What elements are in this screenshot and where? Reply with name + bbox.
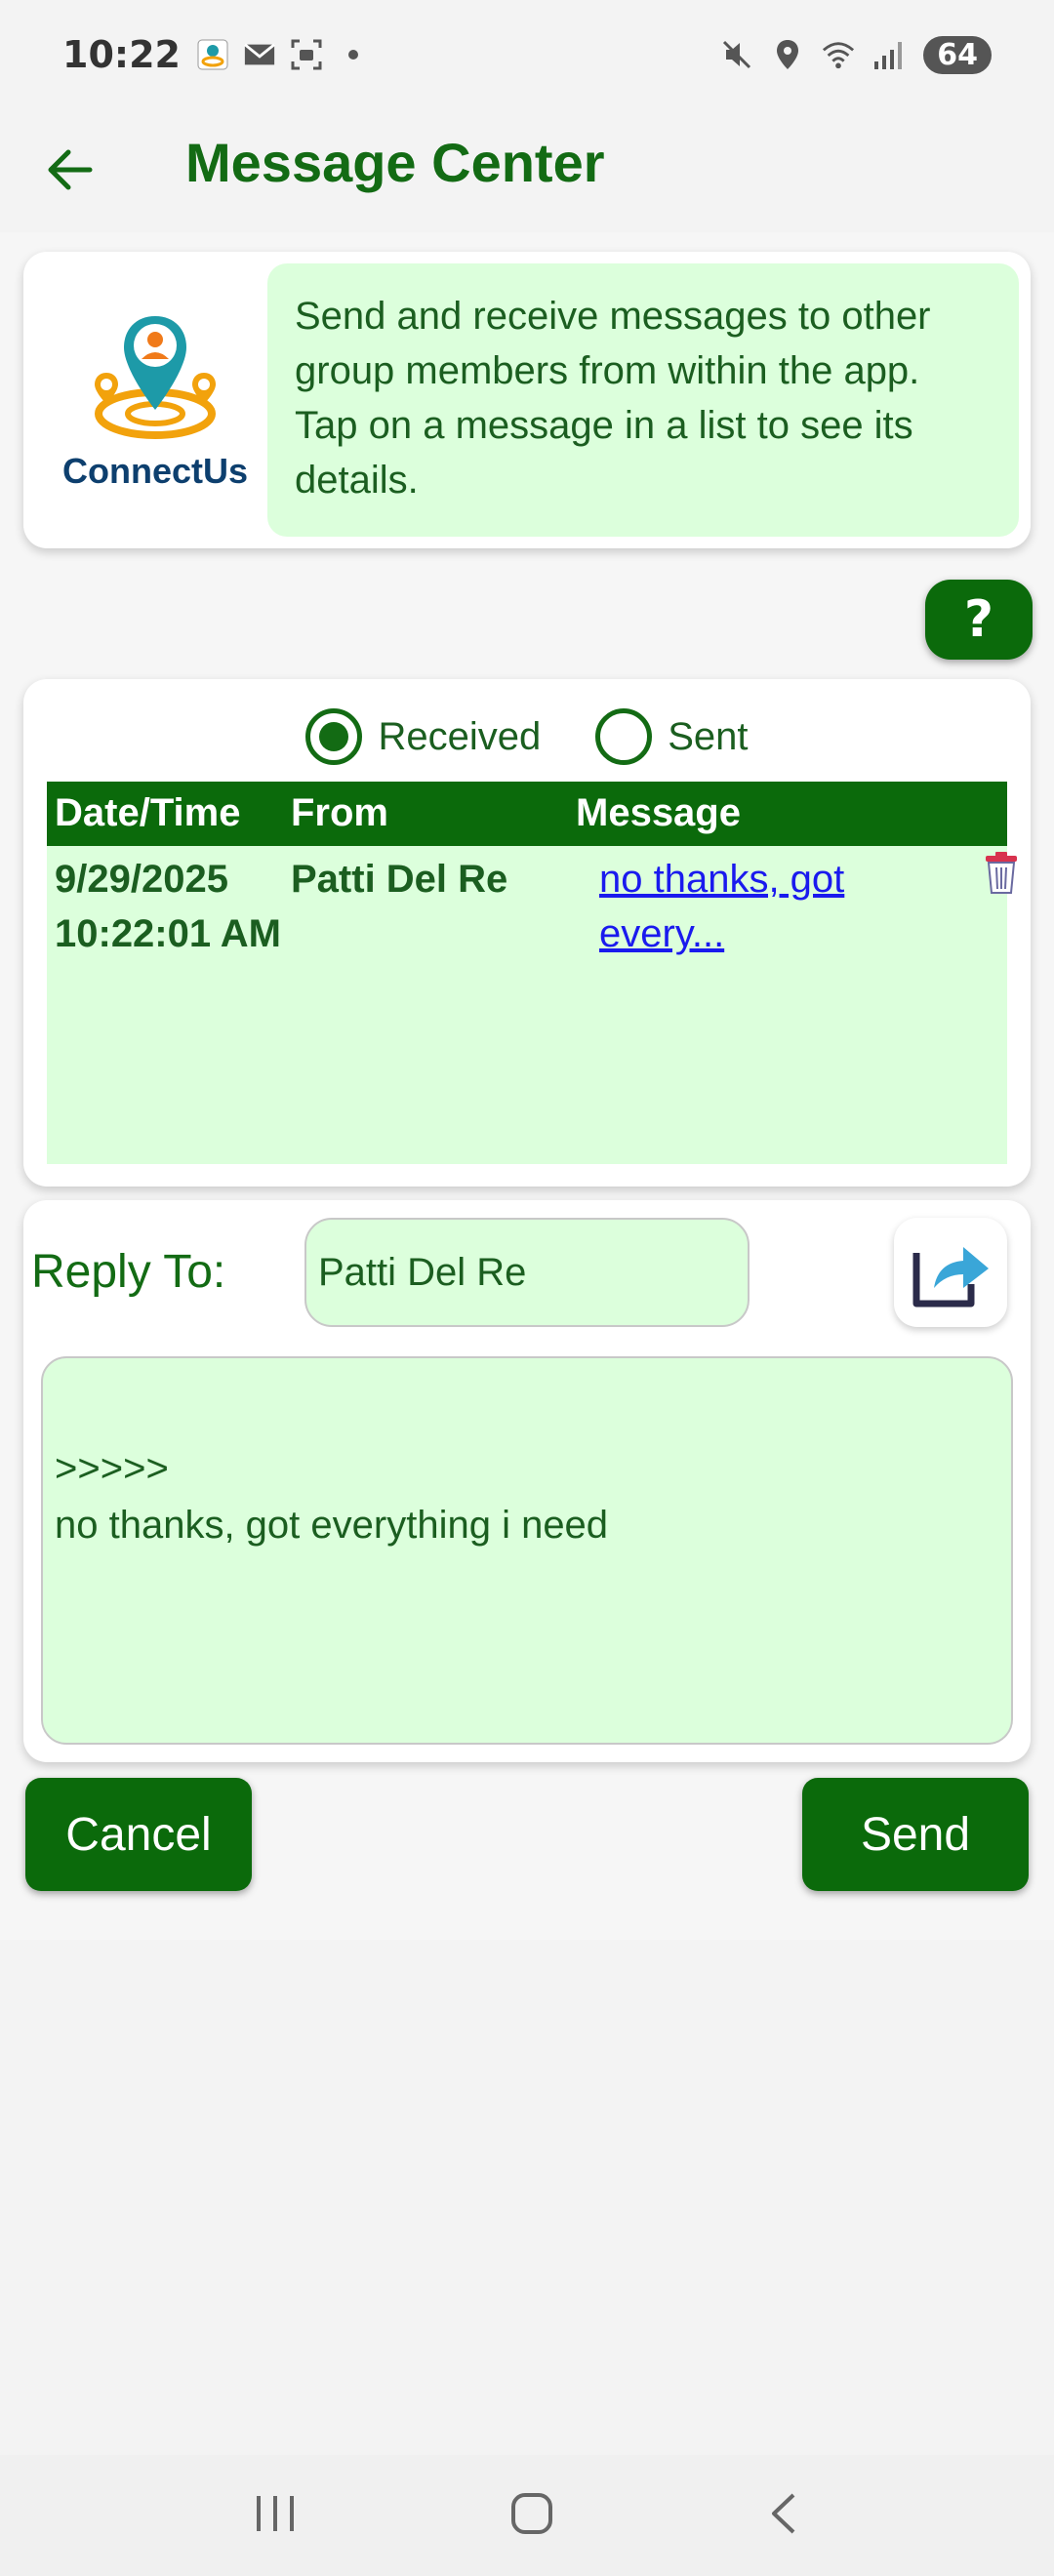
radio-sent-label: Sent [668, 714, 749, 758]
logo-text: ConnectUs [61, 451, 249, 491]
reply-card: Reply To: Patti Del Re >>>>> no thanks, … [23, 1200, 1031, 1762]
signal-icon [872, 38, 906, 71]
radio-sent-circle[interactable] [595, 708, 653, 765]
message-filter: Received Sent [23, 703, 1031, 771]
cell-datetime[interactable]: 9/29/2025 10:22:01 AM [55, 852, 281, 961]
recent-apps-button[interactable] [251, 2492, 300, 2539]
cell-message-link[interactable]: no thanks, got every... [599, 852, 892, 961]
intro-card: ConnectUs Send and receive messages to o… [23, 252, 1031, 548]
connectus-logo: ConnectUs [33, 263, 277, 537]
radio-received-circle[interactable] [305, 708, 363, 765]
reply-to-label: Reply To: [31, 1246, 226, 1298]
app-bar: Message Center [0, 109, 1054, 232]
status-time: 10:22 [62, 33, 181, 76]
mute-icon [720, 38, 753, 71]
reply-to-field[interactable]: Patti Del Re [304, 1218, 750, 1327]
status-bar: 10:22 64 [0, 0, 1054, 109]
recent-apps-icon [256, 2496, 294, 2531]
cell-message-line2: every... [599, 912, 725, 955]
header-datetime: Date/Time [55, 791, 241, 834]
help-button[interactable]: ? [925, 580, 1033, 660]
header-message: Message [576, 791, 741, 834]
trash-icon [986, 852, 1017, 894]
dot-icon [337, 38, 370, 71]
radio-received[interactable]: Received [305, 708, 541, 765]
battery-level: 64 [923, 35, 992, 74]
home-icon [510, 2493, 552, 2534]
back-nav-button[interactable] [764, 2489, 803, 2542]
share-button[interactable] [894, 1218, 1007, 1327]
reply-message-input[interactable]: >>>>> no thanks, got everything i need [41, 1356, 1013, 1745]
table-body: 9/29/2025 10:22:01 AM Patti Del Re no th… [47, 846, 1017, 1164]
cell-message-line1: no thanks, got [599, 858, 845, 901]
back-nav-icon [772, 2493, 795, 2534]
app-notification-icon [196, 38, 229, 71]
back-button[interactable] [39, 139, 101, 201]
header-from: From [291, 791, 388, 834]
cell-time: 10:22:01 AM [55, 912, 281, 955]
system-nav-bar [0, 2455, 1054, 2576]
cell-from[interactable]: Patti Del Re [291, 852, 507, 906]
share-icon [912, 1247, 989, 1308]
send-button[interactable]: Send [802, 1778, 1029, 1891]
radio-selected-dot [319, 722, 349, 751]
wifi-icon [822, 38, 855, 71]
location-icon [771, 38, 804, 71]
table-header: Date/Time From Message [47, 782, 1007, 846]
home-button[interactable] [507, 2489, 556, 2542]
status-icons-right: 64 [720, 35, 992, 74]
radio-sent[interactable]: Sent [595, 708, 749, 765]
mail-icon [243, 38, 276, 71]
radio-received-label: Received [378, 714, 542, 758]
cancel-button[interactable]: Cancel [25, 1778, 252, 1891]
delete-message-button[interactable] [982, 850, 1021, 901]
back-arrow-icon [48, 149, 93, 190]
intro-text: Send and receive messages to other group… [267, 263, 1019, 537]
screenshot-icon [290, 38, 323, 71]
cell-date: 9/29/2025 [55, 858, 228, 901]
status-icons-left [196, 38, 370, 71]
page-title: Message Center [185, 132, 605, 193]
messages-card: Received Sent Date/Time From Message 9/2… [23, 679, 1031, 1187]
connectus-logo-icon [95, 316, 216, 439]
